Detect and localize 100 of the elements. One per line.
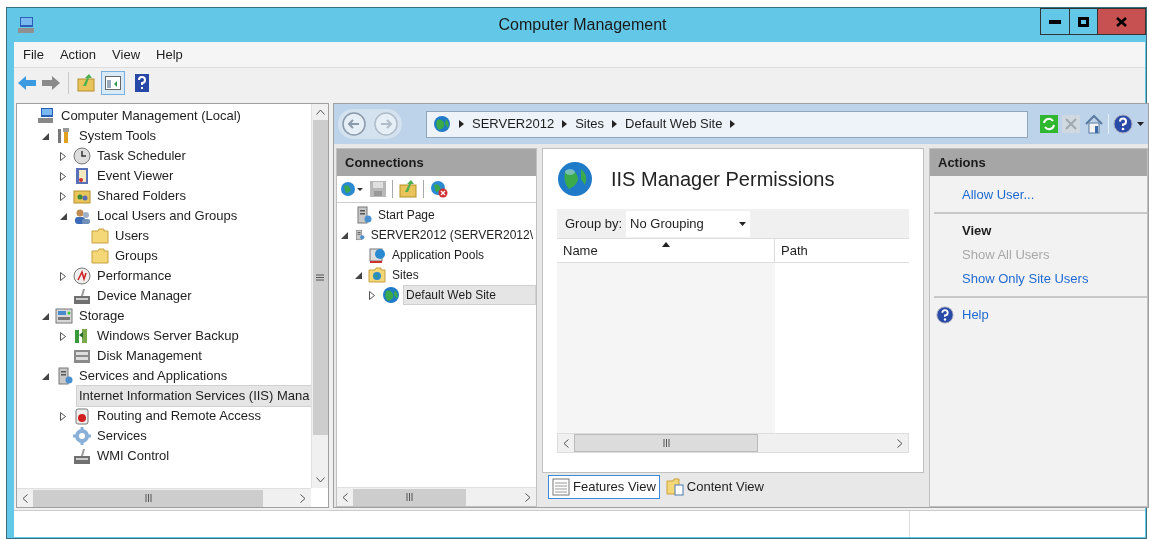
horizontal-scrollbar[interactable]	[337, 487, 536, 506]
expand-arrow-icon[interactable]	[60, 331, 66, 341]
breadcrumb-item[interactable]: SERVER2012	[472, 114, 555, 134]
breadcrumb-arrow-icon[interactable]	[459, 120, 464, 128]
scroll-left-icon[interactable]	[342, 492, 348, 502]
menu-item[interactable]: File	[17, 42, 50, 67]
action-link[interactable]: Help	[962, 305, 989, 325]
group-by-dropdown[interactable]: No Grouping	[626, 210, 751, 237]
expand-arrow-icon[interactable]	[60, 411, 66, 421]
dropdown-caret-icon[interactable]	[1137, 122, 1144, 126]
server-icon	[55, 367, 73, 385]
panel-header: Connections	[337, 149, 536, 176]
tree-item[interactable]: Storage	[76, 305, 128, 327]
tree-item[interactable]: Sites	[389, 265, 422, 285]
tree-item[interactable]: Default Web Site	[403, 285, 536, 305]
tree-item[interactable]: Groups	[112, 245, 161, 267]
expand-arrow-icon[interactable]	[60, 151, 66, 161]
scroll-down-icon[interactable]	[315, 477, 325, 483]
breadcrumb-item[interactable]: Sites	[575, 114, 605, 134]
scroll-right-icon[interactable]	[300, 493, 306, 503]
tree-item[interactable]: Internet Information Services (IIS) Mana	[76, 385, 311, 407]
globe-icon	[557, 161, 593, 197]
tree-item[interactable]: Users	[112, 225, 152, 247]
tree-item[interactable]: Windows Server Backup	[94, 325, 242, 347]
action-link[interactable]: Show Only Site Users	[930, 267, 1147, 291]
close-icon	[1116, 16, 1127, 27]
scrollbar-thumb[interactable]	[312, 120, 328, 435]
menu-item[interactable]: Help	[150, 42, 189, 67]
action-link[interactable]: Allow User...	[930, 183, 1147, 207]
forward-arrow-icon[interactable]	[42, 76, 60, 90]
tree-item[interactable]: Local Users and Groups	[94, 205, 241, 227]
panel-toggle-button[interactable]	[101, 71, 125, 95]
refresh-icon[interactable]	[1040, 115, 1058, 133]
globe-icon	[382, 286, 400, 304]
help-icon[interactable]	[135, 74, 149, 92]
breadcrumb-item[interactable]: Default Web Site	[625, 114, 723, 134]
column-header[interactable]: Name	[557, 239, 775, 262]
tree-item[interactable]: Disk Management	[94, 345, 205, 367]
view-tab[interactable]: Features View	[548, 475, 660, 499]
storage-icon	[55, 307, 73, 325]
globe-delete-icon[interactable]	[430, 180, 448, 198]
scroll-left-icon[interactable]	[22, 493, 28, 503]
device-icon	[73, 287, 91, 305]
help-icon[interactable]	[936, 306, 954, 324]
close-button[interactable]	[1098, 8, 1146, 35]
tree-item[interactable]: Services and Applications	[76, 365, 231, 387]
tree-item[interactable]: Application Pools	[389, 245, 488, 265]
collapse-arrow-icon[interactable]	[354, 271, 362, 279]
scroll-left-icon[interactable]	[563, 438, 569, 448]
tree-item[interactable]: Computer Management (Local)	[58, 105, 244, 127]
horizontal-scrollbar[interactable]	[17, 488, 311, 507]
breadcrumb-arrow-icon[interactable]	[730, 120, 736, 128]
collapse-arrow-icon[interactable]	[41, 372, 49, 380]
globe-dropdown-icon[interactable]	[340, 180, 364, 198]
home-icon[interactable]	[1084, 114, 1104, 134]
expand-arrow-icon[interactable]	[369, 290, 375, 300]
folder-icon	[91, 227, 109, 245]
tree-item[interactable]: Start Page	[375, 205, 438, 225]
collapse-arrow-icon[interactable]	[41, 132, 49, 140]
address-bar[interactable]: SERVER2012 Sites Default Web Site	[426, 110, 1028, 138]
tree-item[interactable]: Routing and Remote Access	[94, 405, 265, 427]
collapse-arrow-icon[interactable]	[41, 312, 49, 320]
page-title: IIS Manager Permissions	[611, 167, 835, 192]
help-icon[interactable]	[1113, 114, 1133, 134]
tree-item[interactable]: Performance	[94, 265, 175, 287]
scrollbar-thumb[interactable]	[574, 434, 758, 452]
breadcrumb-arrow-icon[interactable]	[562, 120, 568, 128]
tree-item[interactable]: System Tools	[76, 125, 160, 147]
scroll-up-icon[interactable]	[315, 109, 325, 115]
scroll-right-icon[interactable]	[897, 438, 903, 448]
minimize-icon	[1049, 19, 1061, 24]
column-header[interactable]: Path	[775, 239, 909, 262]
tree-item[interactable]: Services	[94, 425, 150, 447]
folder-up-icon[interactable]	[399, 180, 417, 198]
menu-item[interactable]: View	[106, 42, 147, 67]
scrollbar-thumb[interactable]	[33, 489, 263, 507]
computer-icon[interactable]	[17, 16, 35, 34]
menu-item[interactable]: Action	[53, 42, 103, 67]
collapse-arrow-icon[interactable]	[59, 212, 67, 220]
tree-item[interactable]: Device Manager	[94, 285, 195, 307]
scrollbar-thumb[interactable]	[353, 488, 466, 506]
vertical-scrollbar[interactable]	[311, 104, 328, 488]
scroll-right-icon[interactable]	[525, 492, 531, 502]
back-button-icon[interactable]	[341, 111, 367, 137]
expand-arrow-icon[interactable]	[60, 271, 66, 281]
back-arrow-icon[interactable]	[18, 76, 36, 90]
minimize-button[interactable]	[1040, 8, 1070, 35]
expand-arrow-icon[interactable]	[60, 171, 66, 181]
breadcrumb-arrow-icon[interactable]	[612, 120, 618, 128]
tree-item[interactable]: WMI Control	[94, 445, 173, 467]
device-icon	[73, 447, 91, 465]
collapse-arrow-icon[interactable]	[340, 231, 348, 239]
view-tab[interactable]: Content View	[661, 475, 768, 499]
tree-item[interactable]: Shared Folders	[94, 185, 189, 207]
group-by-label: Group by:	[565, 214, 623, 233]
tree-item[interactable]: Event Viewer	[94, 165, 177, 187]
expand-arrow-icon[interactable]	[60, 191, 66, 201]
tree-item[interactable]: Task Scheduler	[94, 145, 189, 167]
horizontal-scrollbar[interactable]	[557, 433, 909, 453]
tree-item[interactable]: SERVER2012 (SERVER2012\	[367, 225, 536, 245]
